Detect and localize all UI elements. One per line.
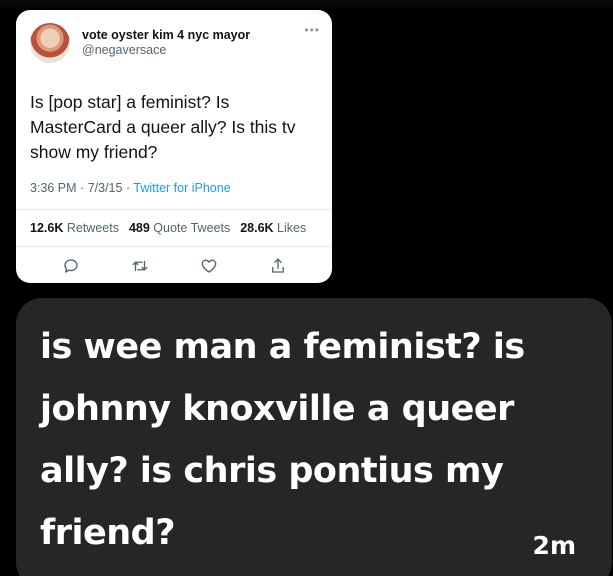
tweet-card[interactable]: vote oyster kim 4 nyc mayor @negaversace… [16, 10, 332, 283]
likes-stat[interactable]: 28.6K Likes [240, 221, 306, 235]
reply-icon[interactable] [62, 257, 80, 275]
more-options-icon[interactable]: ••• [304, 24, 320, 36]
quotes-label: Quote Tweets [153, 221, 231, 235]
retweets-stat[interactable]: 12.6K Retweets [30, 221, 119, 235]
retweets-count: 12.6K [30, 221, 64, 235]
share-icon[interactable] [269, 257, 287, 275]
screenshot-canvas: vote oyster kim 4 nyc mayor @negaversace… [0, 0, 613, 576]
tweet-source[interactable]: Twitter for iPhone [133, 181, 230, 195]
tweet-author: vote oyster kim 4 nyc mayor @negaversace [82, 22, 250, 58]
quotes-stat[interactable]: 489 Quote Tweets [129, 221, 230, 235]
avatar[interactable] [30, 23, 70, 63]
quotes-count: 489 [128, 221, 150, 235]
like-icon[interactable] [200, 257, 218, 275]
tweet-time[interactable]: 3:36 PM [30, 181, 77, 195]
display-name[interactable]: vote oyster kim 4 nyc mayor [82, 28, 250, 43]
tweet-stats: 12.6K Retweets 489 Quote Tweets 28.6K Li… [30, 221, 318, 235]
comment-text: is wee man a feminist? is johnny knoxvil… [40, 327, 525, 553]
tweet-text: Is [pop star] a feminist? Is MasterCard … [30, 92, 296, 162]
comment-bubble[interactable]: is wee man a feminist? is johnny knoxvil… [16, 298, 612, 576]
comment-timestamp: 2m [532, 531, 576, 560]
divider [16, 209, 332, 210]
retweets-label: Retweets [66, 221, 119, 235]
retweet-icon[interactable] [131, 257, 149, 275]
tweet-date[interactable]: 7/3/15 [88, 181, 123, 195]
user-handle[interactable]: @negaversace [82, 43, 250, 58]
tweet-header: vote oyster kim 4 nyc mayor @negaversace [30, 22, 318, 70]
meta-separator: · [125, 181, 131, 195]
top-strip [0, 0, 613, 10]
likes-label: Likes [277, 221, 307, 235]
meta-separator: · [80, 181, 85, 195]
tweet-actions [30, 247, 318, 285]
tweet-meta: 3:36 PM · 7/3/15 · Twitter for iPhone [30, 181, 318, 195]
likes-count: 28.6K [240, 221, 274, 235]
